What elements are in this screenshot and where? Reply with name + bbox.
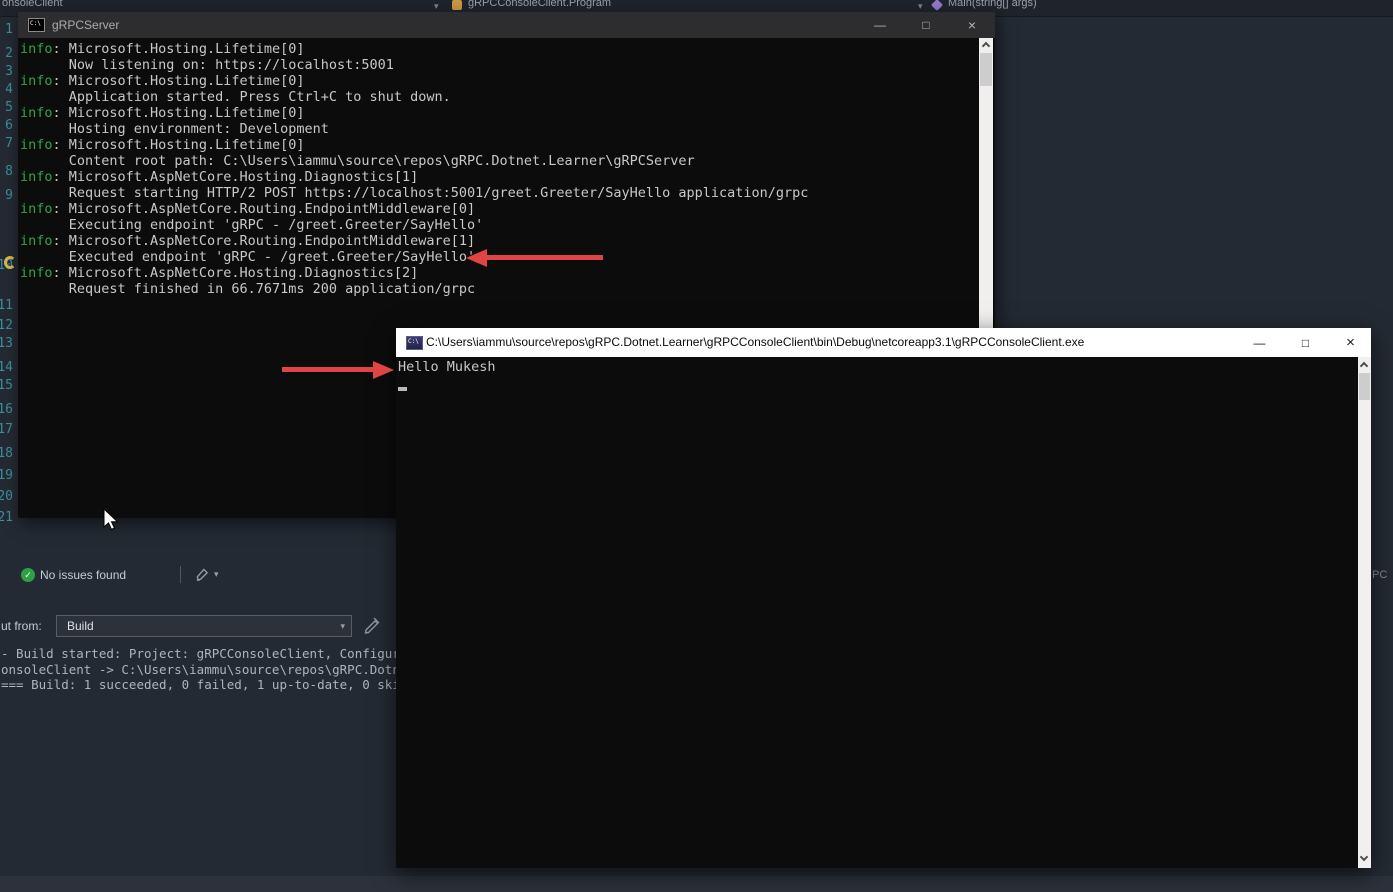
output-line: - Build started: Project: gRPCConsoleCli… bbox=[1, 646, 430, 662]
check-circle-icon: ✓ bbox=[21, 568, 35, 582]
log-line: Executed endpoint 'gRPC - /greet.Greeter… bbox=[20, 249, 808, 265]
minimize-button[interactable]: — bbox=[1237, 329, 1282, 357]
editor-line-number: 4 bbox=[0, 82, 13, 97]
editor-line-number: 5 bbox=[0, 100, 13, 115]
log-line: Hosting environment: Development bbox=[20, 121, 808, 137]
editor-line-number: 6 bbox=[0, 118, 13, 133]
separator bbox=[180, 566, 181, 583]
output-line: onsoleClient -> C:\Users\iammu\source\re… bbox=[1, 662, 430, 678]
chevron-down-icon[interactable]: ▾ bbox=[214, 569, 219, 580]
client-window-titlebar[interactable]: C:\ C:\Users\iammu\source\repos\gRPC.Dot… bbox=[396, 328, 1371, 357]
editor-line-number: 14 bbox=[0, 360, 13, 375]
navbar-member-dropdown[interactable]: Main(string[] args) bbox=[948, 0, 1037, 9]
editor-line-number: 17 bbox=[0, 422, 13, 437]
log-line: Request finished in 66.7671ms 200 applic… bbox=[20, 281, 808, 297]
output-source-selected: Build bbox=[67, 616, 94, 636]
client-scrollbar[interactable] bbox=[1358, 357, 1371, 868]
editor-gutter: 123456789101112131415161718192021 bbox=[0, 0, 18, 892]
chevron-down-icon[interactable]: ▾ bbox=[434, 1, 439, 12]
output-lines: - Build started: Project: gRPCConsoleCli… bbox=[1, 646, 430, 693]
close-button[interactable]: × bbox=[949, 12, 995, 38]
annotation-arrow-shaft bbox=[487, 255, 603, 260]
scrollbar-thumb[interactable] bbox=[980, 53, 992, 86]
annotation-arrow-shaft bbox=[282, 367, 375, 372]
editor-line-number: 21 bbox=[0, 510, 13, 525]
annotation-arrow-right-icon bbox=[373, 361, 394, 379]
console-icon: C:\ bbox=[406, 336, 423, 350]
annotation-arrow-left-icon bbox=[466, 249, 487, 267]
editor-line-number: 11 bbox=[0, 298, 13, 313]
editor-line-number: 20 bbox=[0, 489, 13, 504]
mouse-cursor-icon bbox=[103, 508, 119, 531]
log-line: Request starting HTTP/2 POST https://loc… bbox=[20, 185, 808, 201]
log-line: info: Microsoft.Hosting.Lifetime[0] bbox=[20, 73, 808, 89]
editor-line-number: 18 bbox=[0, 446, 13, 461]
scrollbar-thumb[interactable] bbox=[1359, 373, 1370, 400]
issues-status-text: No issues found bbox=[40, 568, 126, 582]
class-icon bbox=[452, 0, 462, 10]
client-console-output: Hello Mukesh bbox=[396, 357, 1371, 868]
editor-line-number: 15 bbox=[0, 378, 13, 393]
editor-line-number: 1 bbox=[0, 22, 13, 37]
editor-line-number: 3 bbox=[0, 64, 13, 79]
console-cursor bbox=[398, 387, 407, 391]
editor-line-number: 7 bbox=[0, 136, 13, 151]
chevron-down-icon[interactable]: ▾ bbox=[918, 1, 923, 12]
bookmark-icon bbox=[4, 256, 16, 269]
close-button[interactable]: × bbox=[1328, 329, 1373, 357]
output-line: === Build: 1 succeeded, 0 failed, 1 up-t… bbox=[1, 677, 430, 693]
client-output-text: Hello Mukesh bbox=[398, 359, 496, 375]
maximize-button[interactable]: □ bbox=[903, 12, 949, 38]
log-line: Executing endpoint 'gRPC - /greet.Greete… bbox=[20, 217, 808, 233]
scroll-down-icon[interactable] bbox=[1360, 853, 1368, 861]
editor-line-number: 12 bbox=[0, 318, 13, 333]
status-strip bbox=[0, 876, 1393, 892]
server-window-titlebar[interactable]: C:\ gRPCServer — □ × bbox=[18, 12, 995, 38]
editor-line-number: 16 bbox=[0, 402, 13, 417]
scroll-up-icon[interactable] bbox=[1360, 362, 1368, 370]
log-line: info: Microsoft.Hosting.Lifetime[0] bbox=[20, 137, 808, 153]
log-line: Now listening on: https://localhost:5001 bbox=[20, 57, 808, 73]
log-line: info: Microsoft.AspNetCore.Routing.Endpo… bbox=[20, 233, 808, 249]
editor-line-number: 2 bbox=[0, 46, 13, 61]
brush-icon[interactable] bbox=[194, 568, 209, 583]
log-line: Application started. Press Ctrl+C to shu… bbox=[20, 89, 808, 105]
method-icon bbox=[931, 0, 943, 11]
clear-output-icon[interactable] bbox=[362, 615, 382, 635]
log-line: Content root path: C:\Users\iammu\source… bbox=[20, 153, 808, 169]
clipped-text-fragment: PC bbox=[1372, 569, 1387, 581]
server-log: info: Microsoft.Hosting.Lifetime[0] Now … bbox=[20, 41, 808, 297]
client-console-window: C:\ C:\Users\iammu\source\repos\gRPC.Dot… bbox=[396, 328, 1371, 868]
log-line: info: Microsoft.AspNetCore.Hosting.Diagn… bbox=[20, 169, 808, 185]
navbar-type-dropdown[interactable]: gRPCConsoleClient.Program bbox=[468, 0, 611, 9]
log-line: info: Microsoft.Hosting.Lifetime[0] bbox=[20, 105, 808, 121]
log-line: info: Microsoft.Hosting.Lifetime[0] bbox=[20, 41, 808, 57]
editor-line-number: 13 bbox=[0, 336, 13, 351]
client-window-title: C:\Users\iammu\source\repos\gRPC.Dotnet.… bbox=[426, 328, 1084, 357]
output-source-dropdown[interactable]: Build ▾ bbox=[56, 615, 352, 637]
maximize-button[interactable]: □ bbox=[1283, 329, 1328, 357]
chevron-down-icon: ▾ bbox=[340, 621, 345, 632]
server-window-title: gRPCServer bbox=[52, 12, 119, 38]
minimize-button[interactable]: — bbox=[857, 12, 903, 38]
log-line: info: Microsoft.AspNetCore.Hosting.Diagn… bbox=[20, 265, 808, 281]
log-line: info: Microsoft.AspNetCore.Routing.Endpo… bbox=[20, 201, 808, 217]
console-icon: C:\ bbox=[28, 18, 45, 32]
editor-line-number: 8 bbox=[0, 164, 13, 179]
editor-line-number: 9 bbox=[0, 188, 13, 203]
scroll-up-icon[interactable] bbox=[982, 42, 990, 50]
output-from-label: ut from: bbox=[1, 619, 42, 633]
vs-desktop: { "navbar": { "project": "onsoleClient",… bbox=[0, 0, 1393, 892]
issues-bar: ✓ No issues found ▾ bbox=[0, 562, 396, 588]
editor-line-number: 19 bbox=[0, 468, 13, 483]
